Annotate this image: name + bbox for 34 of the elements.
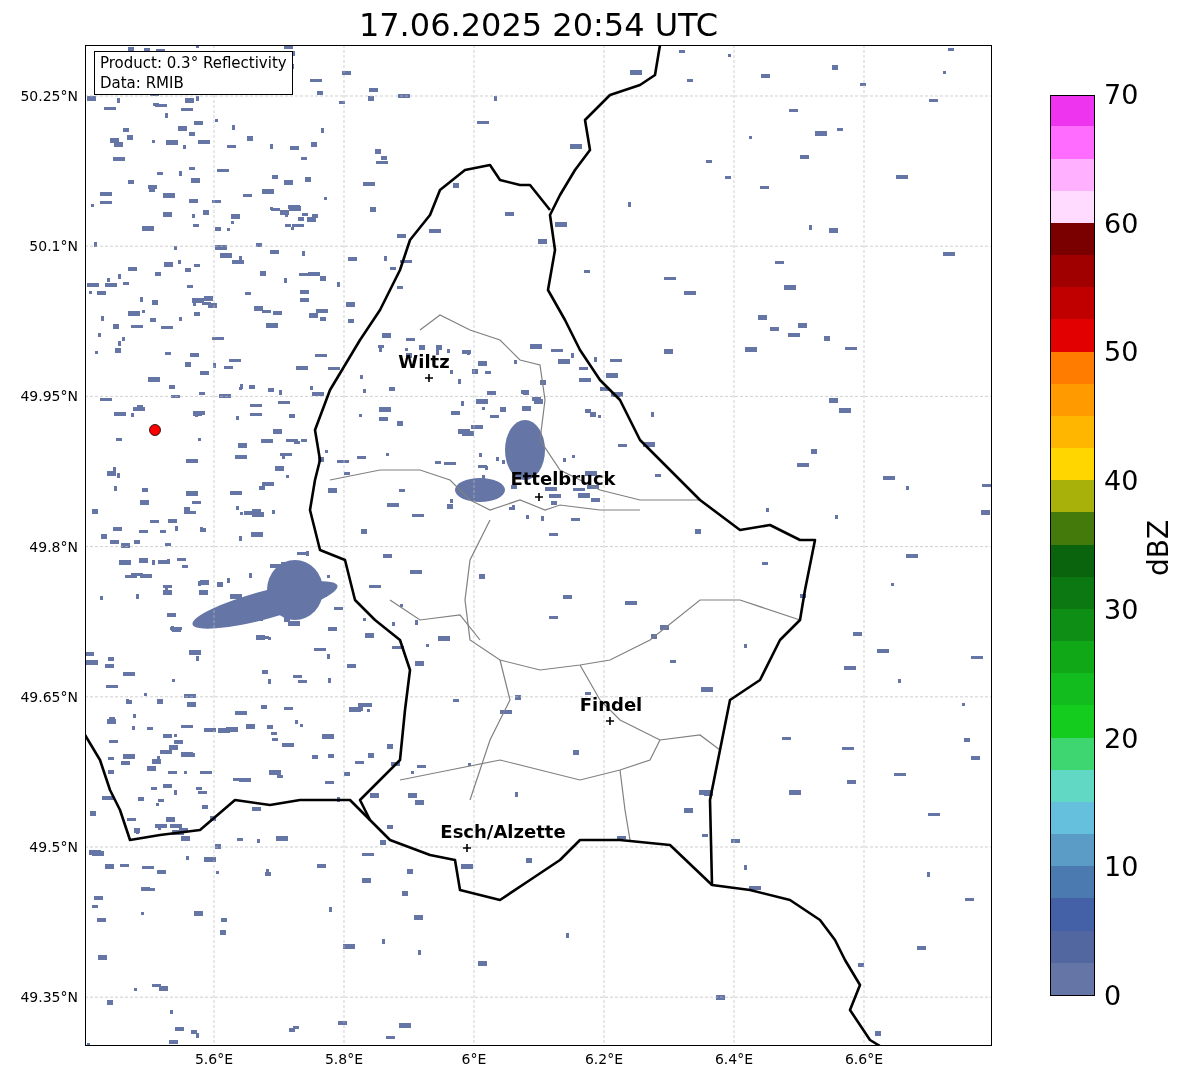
colorbar-tick-label: 10 [1104, 851, 1139, 884]
latitude-tick-label: 49.95°N [20, 387, 78, 406]
colorbar-tick-label: 0 [1104, 980, 1122, 1012]
city-marker-icon [462, 843, 472, 853]
info-text: Product: 0.3° Reflectivity [100, 53, 287, 73]
latitude-tick-label: 50.25°N [20, 87, 78, 105]
longitude-tick-label: 5.6°E [194, 1050, 234, 1068]
latitude-tick-label: 49.65°N [20, 687, 78, 706]
city-marker-icon [424, 373, 434, 383]
city-label: Wiltz [398, 351, 450, 373]
latitude-tick-label: 49.5°N [29, 838, 78, 856]
longitude-tick-label: 6°E [461, 1050, 487, 1068]
colorbar-tick-label: 50 [1104, 336, 1139, 369]
city-label: Findel [579, 694, 643, 716]
longitude-tick-label: 6.2°E [584, 1050, 624, 1068]
longitude-tick-label: 6.4°E [714, 1050, 754, 1068]
longitude-tick-label: 6.6°E [844, 1050, 884, 1068]
longitude-tick-label: 5.8°E [324, 1050, 364, 1068]
latitude-tick-label: 49.8°N [29, 537, 78, 556]
city-marker-icon [605, 716, 615, 726]
colorbar-tick-label: 70 [1104, 79, 1139, 111]
city-marker-icon [534, 492, 544, 502]
latitude-tick-label: 49.35°N [20, 988, 78, 1007]
radar-site-marker [149, 424, 161, 436]
city-label: Ettelbruck [510, 468, 616, 490]
figure-title: 17.06.2025 20:54 UTC [357, 5, 720, 46]
latitude-tick-label: 50.1°N [29, 237, 78, 256]
colorbar-tick-label: 20 [1104, 722, 1139, 755]
colorbar-tick-label: 60 [1104, 207, 1139, 240]
info-text: Data: RMIB [100, 73, 185, 93]
city-label: Esch/Alzette [440, 821, 566, 843]
colorbar-tick-label: 40 [1104, 465, 1139, 498]
colorbar-tick-label: 30 [1104, 593, 1139, 626]
colorbar-label: dBZ [1143, 519, 1175, 577]
